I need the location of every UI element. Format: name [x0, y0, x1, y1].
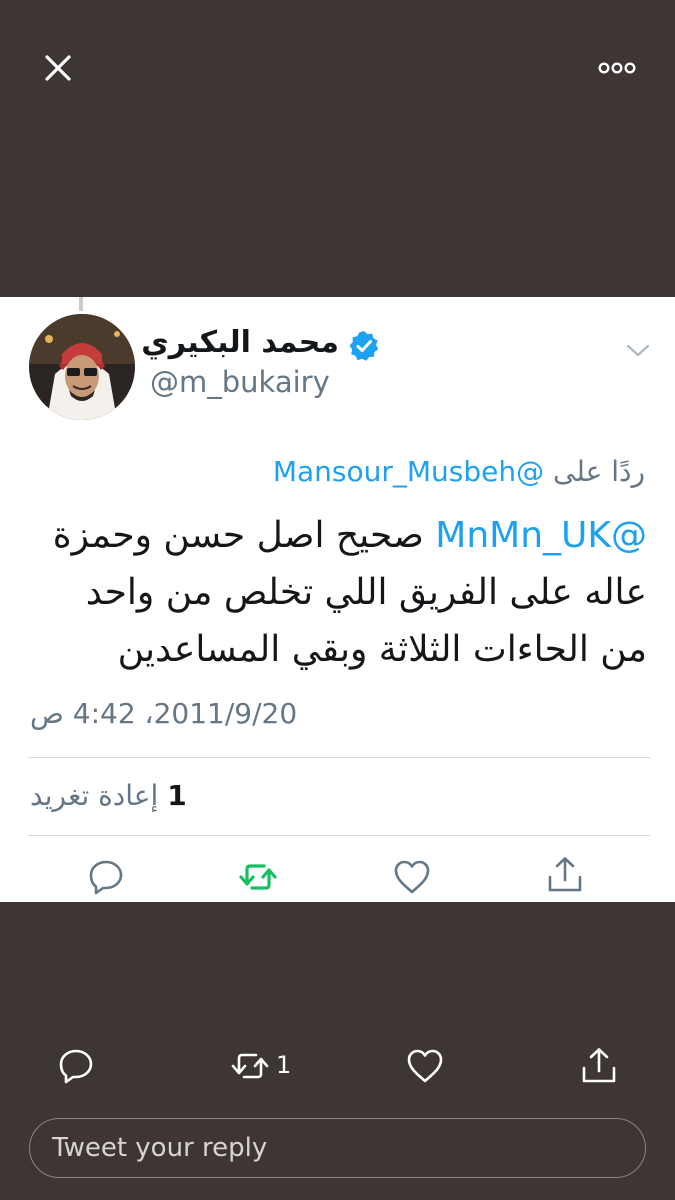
tweet-reply-input[interactable]: Tweet your reply — [29, 1118, 646, 1178]
retweet-icon — [231, 1053, 269, 1079]
reply-icon — [89, 860, 123, 895]
bottom-like-button[interactable] — [405, 1046, 445, 1086]
reply-button[interactable] — [86, 857, 126, 897]
tweet-timestamp: 2011/9/20، 4:42 ص — [30, 697, 298, 730]
like-icon — [407, 1049, 443, 1083]
more-options-button[interactable] — [596, 58, 638, 78]
close-icon — [45, 55, 71, 81]
media-viewer-topbar — [0, 0, 675, 140]
avatar-image — [29, 314, 135, 420]
retweet-label: إعادة تغريد — [30, 779, 159, 812]
like-icon — [394, 860, 430, 894]
user-handle[interactable]: @m_bukairy — [150, 365, 330, 399]
tweet-card: محمد البكيري @m_bukairy ردًا على @Mansou… — [0, 297, 675, 902]
tweet-mention-link[interactable]: @MnMn_UK — [435, 515, 647, 556]
like-button[interactable] — [392, 857, 432, 897]
retweet-count: 1 — [167, 779, 187, 812]
thread-line — [79, 297, 83, 311]
divider — [28, 835, 650, 836]
share-icon — [582, 1048, 616, 1083]
retweet-icon — [239, 864, 277, 890]
bottom-reply-button[interactable] — [56, 1046, 96, 1086]
avatar[interactable] — [29, 314, 135, 420]
chevron-down-icon[interactable] — [624, 341, 652, 361]
display-name[interactable]: محمد البكيري — [141, 325, 339, 360]
share-icon — [548, 857, 582, 892]
bottom-share-button[interactable] — [579, 1046, 619, 1086]
reply-placeholder: Tweet your reply — [52, 1133, 268, 1163]
reply-to-user-link[interactable]: @Mansour_Musbeh — [273, 455, 544, 488]
retweet-button[interactable] — [238, 857, 278, 897]
tweet-text: @MnMn_UK صحيح اصل حسن وحمزة عاله على الف… — [30, 507, 647, 678]
bottom-retweet-count: 1 — [276, 1051, 292, 1079]
share-button[interactable] — [545, 855, 585, 895]
retweet-stats[interactable]: 1 إعادة تغريد — [30, 779, 187, 812]
bottom-retweet-button[interactable] — [230, 1046, 270, 1086]
reply-to-prefix: ردًا على — [553, 455, 645, 488]
verified-badge-icon — [349, 331, 379, 361]
reply-to-line: ردًا على @Mansour_Musbeh — [273, 455, 645, 488]
divider — [28, 757, 650, 758]
close-button[interactable] — [40, 50, 76, 86]
more-horizontal-icon — [598, 62, 636, 74]
reply-icon — [59, 1049, 93, 1084]
